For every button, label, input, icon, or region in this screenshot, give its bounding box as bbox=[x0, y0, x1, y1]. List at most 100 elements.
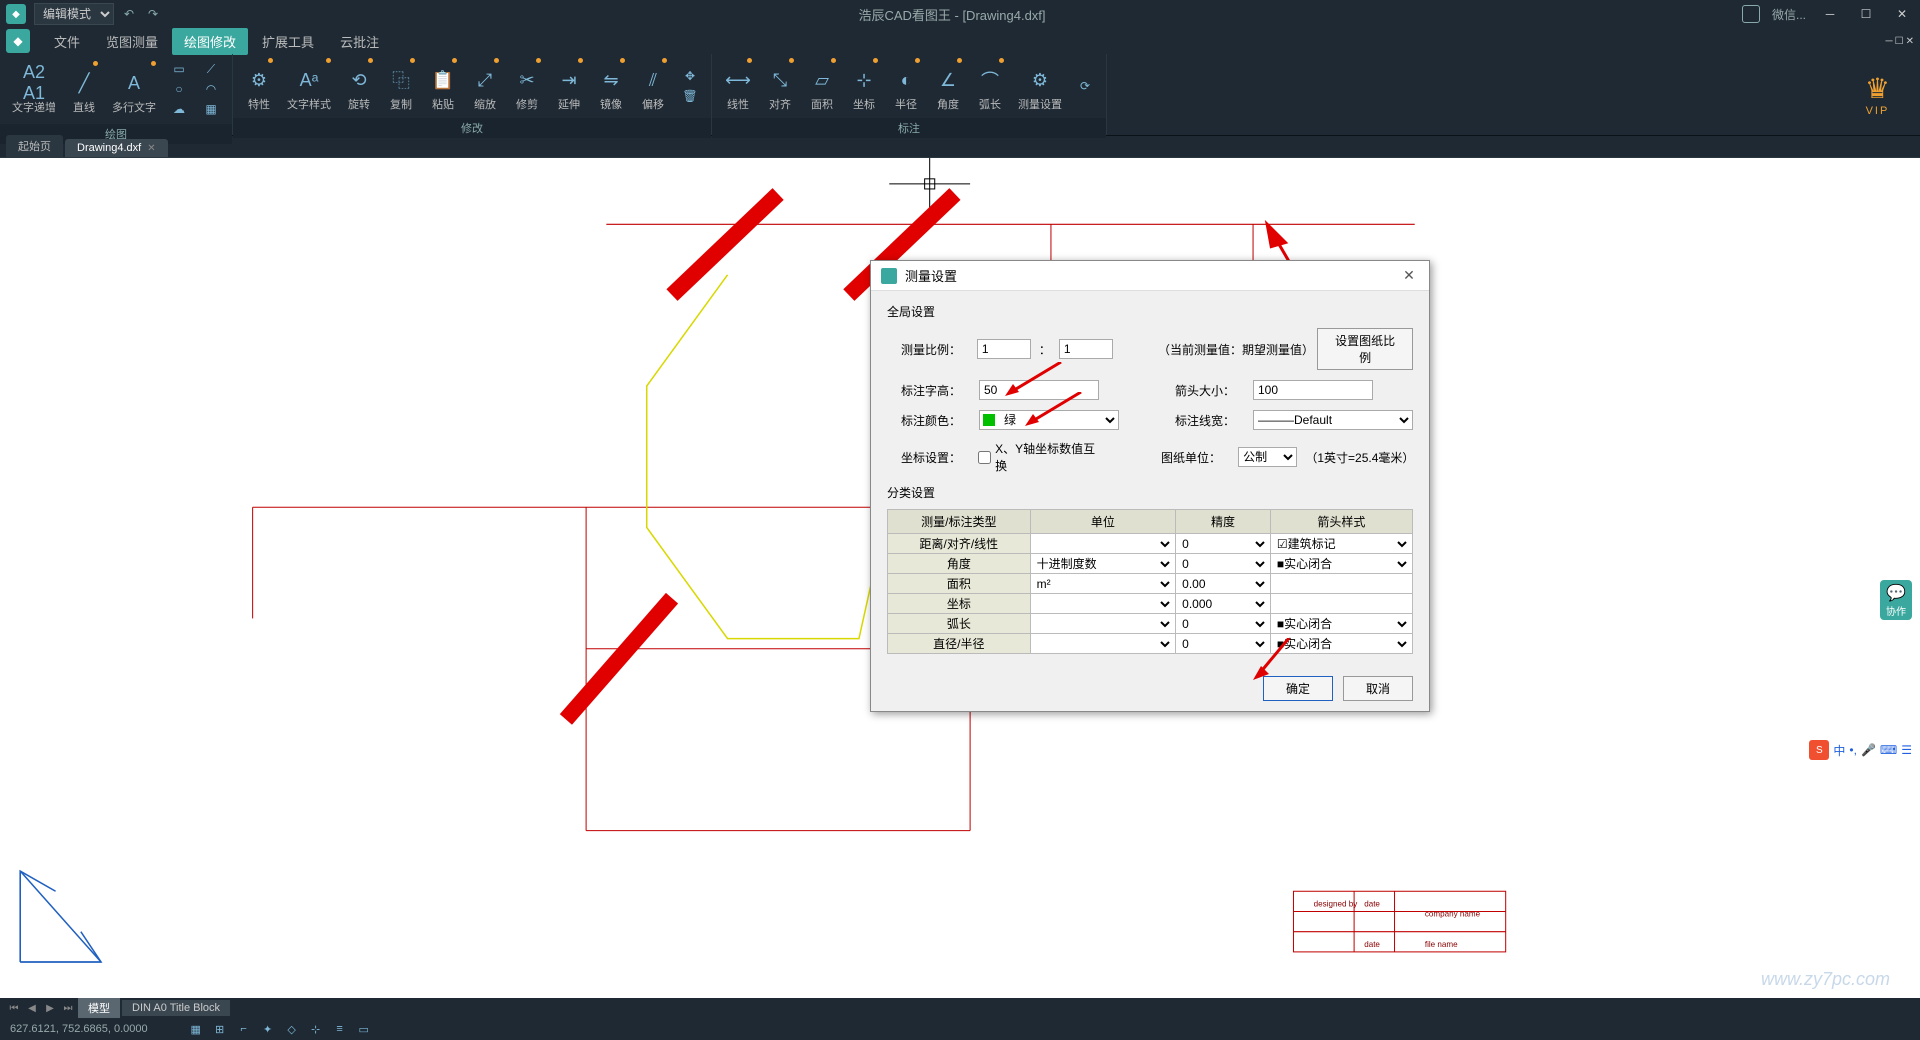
dyn-toggle[interactable]: ▭ bbox=[356, 1021, 372, 1037]
tab-drawing4[interactable]: Drawing4.dxf✕ bbox=[65, 139, 168, 157]
arc-length-button[interactable]: ⌒弧长 bbox=[970, 56, 1010, 116]
model-tab[interactable]: 模型 bbox=[78, 998, 120, 1018]
unit-select[interactable] bbox=[1033, 636, 1173, 652]
ime-menu-icon[interactable]: ☰ bbox=[1901, 743, 1912, 757]
unit-select[interactable]: m² bbox=[1033, 576, 1173, 592]
text-increment-button[interactable]: A2A1文字递增 bbox=[6, 59, 62, 119]
unit-select[interactable] bbox=[1033, 616, 1173, 632]
circle-icon[interactable]: ○ bbox=[168, 80, 190, 98]
polyline-icon[interactable]: ⟋ bbox=[200, 60, 222, 78]
rotate-button[interactable]: ⟲旋转 bbox=[339, 56, 379, 116]
color-select[interactable]: 绿 bbox=[979, 410, 1119, 430]
cloud-icon[interactable]: ☁ bbox=[168, 100, 190, 118]
arrow-style-select[interactable]: ■实心闭合 bbox=[1273, 616, 1410, 632]
precision-select[interactable]: 0 bbox=[1178, 536, 1268, 552]
undo-icon[interactable]: ↶ bbox=[124, 7, 138, 21]
dialog-titlebar[interactable]: 测量设置 ✕ bbox=[871, 261, 1429, 291]
user-icon[interactable] bbox=[1742, 5, 1760, 23]
ime-punct-icon[interactable]: •, bbox=[1849, 743, 1857, 757]
menu-extend-tools[interactable]: 扩展工具 bbox=[250, 28, 326, 55]
text-height-input[interactable] bbox=[979, 380, 1099, 400]
ime-lang[interactable]: 中 bbox=[1833, 742, 1845, 759]
menu-view-measure[interactable]: 览图测量 bbox=[94, 28, 170, 55]
unit-select[interactable] bbox=[1033, 536, 1173, 552]
ime-keyboard-icon[interactable]: ⌨ bbox=[1880, 743, 1897, 757]
otrack-toggle[interactable]: ⊹ bbox=[308, 1021, 324, 1037]
mtext-button[interactable]: A多行文字 bbox=[106, 59, 162, 119]
paper-unit-select[interactable]: 公制 bbox=[1238, 447, 1297, 467]
arrow-style-select[interactable]: ■实心闭合 bbox=[1273, 556, 1410, 572]
ortho-toggle[interactable]: ⌐ bbox=[236, 1021, 252, 1037]
cancel-button[interactable]: 取消 bbox=[1343, 676, 1413, 701]
ratio-input-1[interactable] bbox=[977, 339, 1031, 359]
mode-select[interactable]: 编辑模式 bbox=[34, 3, 114, 25]
menu-cloud-annotate[interactable]: 云批注 bbox=[328, 28, 391, 55]
precision-select[interactable]: 0 bbox=[1178, 636, 1268, 652]
ok-button[interactable]: 确定 bbox=[1263, 676, 1333, 701]
precision-select[interactable]: 0 bbox=[1178, 556, 1268, 572]
collaborate-button[interactable]: 💬 协作 bbox=[1880, 580, 1912, 620]
menu-file[interactable]: 文件 bbox=[42, 28, 92, 55]
close-button[interactable]: ✕ bbox=[1890, 4, 1914, 24]
measure-settings-button[interactable]: ⚙测量设置 bbox=[1012, 56, 1068, 116]
arrow-size-input[interactable] bbox=[1253, 380, 1373, 400]
ratio-input-2[interactable] bbox=[1059, 339, 1113, 359]
ribbon-minimize-icon[interactable]: ─ bbox=[1886, 36, 1893, 47]
arc-icon[interactable]: ◠ bbox=[200, 80, 222, 98]
move-icon[interactable]: ✥ bbox=[679, 67, 701, 85]
prev-layout-icon[interactable]: ◀ bbox=[24, 1000, 40, 1016]
wechat-button[interactable]: 微信... bbox=[1772, 6, 1806, 23]
radius-button[interactable]: ◐半径 bbox=[886, 56, 926, 116]
rect-icon[interactable]: ▭ bbox=[168, 60, 190, 78]
tab-close-icon[interactable]: ✕ bbox=[147, 143, 155, 154]
lineweight-select[interactable]: ———Default bbox=[1253, 410, 1413, 430]
aligned-dim-button[interactable]: ⤡对齐 bbox=[760, 56, 800, 116]
minimize-button[interactable]: ─ bbox=[1818, 4, 1842, 24]
arrow-style-select[interactable]: ■实心闭合 bbox=[1273, 636, 1410, 652]
area-button[interactable]: ▱面积 bbox=[802, 56, 842, 116]
snap-toggle[interactable]: ⊞ bbox=[212, 1021, 228, 1037]
app-menu-icon[interactable]: ◆ bbox=[6, 29, 30, 53]
redo-icon[interactable]: ↷ bbox=[148, 7, 162, 21]
lwt-toggle[interactable]: ≡ bbox=[332, 1021, 348, 1037]
ribbon-close-icon[interactable]: ✕ bbox=[1906, 36, 1914, 47]
angle-button[interactable]: ∠角度 bbox=[928, 56, 968, 116]
last-layout-icon[interactable]: ⏭ bbox=[60, 1000, 76, 1016]
refresh-icon[interactable]: ⟳ bbox=[1074, 77, 1096, 95]
xy-swap-checkbox[interactable]: X、Y轴坐标数值互换 bbox=[978, 440, 1105, 474]
ime-voice-icon[interactable]: 🎤 bbox=[1861, 743, 1876, 757]
text-style-button[interactable]: Aᵃ文字样式 bbox=[281, 56, 337, 116]
grid-toggle[interactable]: ▦ bbox=[188, 1021, 204, 1037]
scale-button[interactable]: ⤢缩放 bbox=[465, 56, 505, 116]
vip-badge[interactable]: ♛ VIP bbox=[1835, 54, 1920, 135]
properties-button[interactable]: ⚙特性 bbox=[239, 56, 279, 116]
precision-select[interactable]: 0.000 bbox=[1178, 596, 1268, 612]
first-layout-icon[interactable]: ⏮ bbox=[6, 1000, 22, 1016]
menu-draw-modify[interactable]: 绘图修改 bbox=[172, 28, 248, 55]
layout-tab[interactable]: DIN A0 Title Block bbox=[122, 1000, 230, 1016]
arrow-style-select[interactable]: ☑建筑标记 bbox=[1273, 536, 1410, 552]
linear-dim-button[interactable]: ⟷线性 bbox=[718, 56, 758, 116]
unit-select[interactable]: 十进制度数 bbox=[1033, 556, 1173, 572]
paste-button[interactable]: 📋粘贴 bbox=[423, 56, 463, 116]
osnap-toggle[interactable]: ◇ bbox=[284, 1021, 300, 1037]
hatch-icon[interactable]: ▦ bbox=[200, 100, 222, 118]
extend-button[interactable]: ⇥延伸 bbox=[549, 56, 589, 116]
dialog-close-button[interactable]: ✕ bbox=[1399, 266, 1419, 286]
unit-select[interactable] bbox=[1033, 596, 1173, 612]
polar-toggle[interactable]: ✦ bbox=[260, 1021, 276, 1037]
mirror-button[interactable]: ⇋镜像 bbox=[591, 56, 631, 116]
maximize-button[interactable]: ☐ bbox=[1854, 4, 1878, 24]
next-layout-icon[interactable]: ▶ bbox=[42, 1000, 58, 1016]
ribbon-restore-icon[interactable]: ☐ bbox=[1895, 36, 1904, 47]
precision-select[interactable]: 0 bbox=[1178, 616, 1268, 632]
tab-start[interactable]: 起始页 bbox=[6, 135, 63, 157]
delete-icon[interactable]: 🗑 bbox=[679, 87, 701, 105]
ime-logo-icon[interactable]: S bbox=[1809, 740, 1829, 760]
set-paper-ratio-button[interactable]: 设置图纸比例 bbox=[1317, 328, 1413, 370]
trim-button[interactable]: ✂修剪 bbox=[507, 56, 547, 116]
line-button[interactable]: ╱直线 bbox=[64, 59, 104, 119]
coord-button[interactable]: ⊹坐标 bbox=[844, 56, 884, 116]
offset-button[interactable]: ⫽偏移 bbox=[633, 56, 673, 116]
copy-button[interactable]: ⿻复制 bbox=[381, 56, 421, 116]
